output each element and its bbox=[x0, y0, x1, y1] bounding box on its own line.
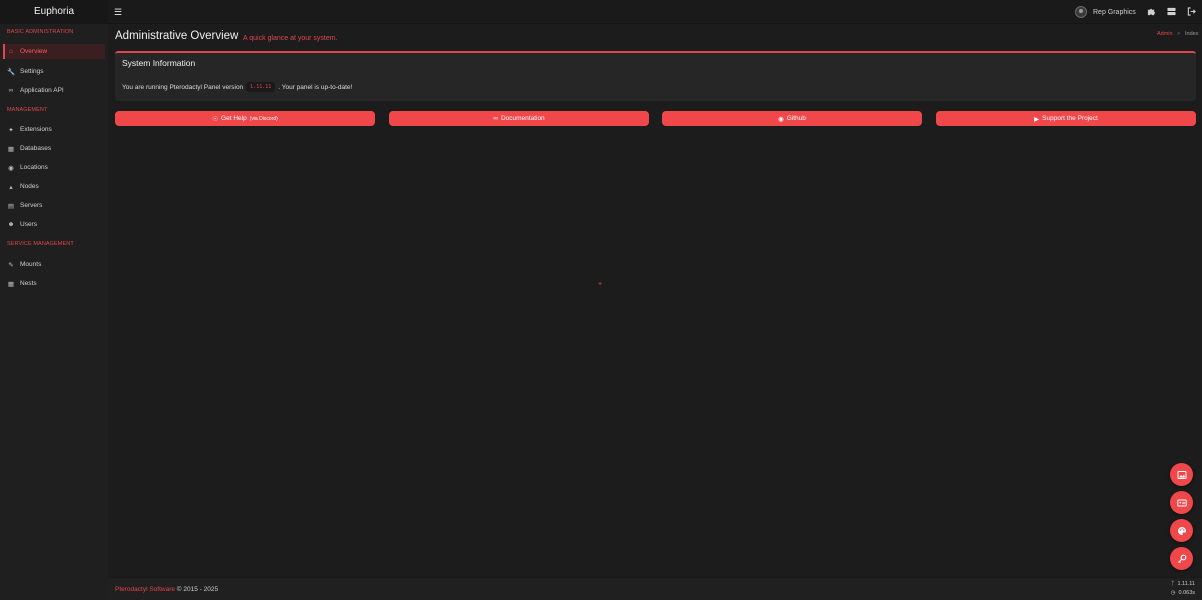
footer: Pterodactyl Software © 2015 - 2025 ᛉ 1.1… bbox=[108, 577, 1202, 600]
version-status-text: You are running Pterodactyl Panel versio… bbox=[122, 82, 352, 92]
version-text-before: You are running Pterodactyl Panel versio… bbox=[122, 83, 244, 91]
breadcrumb-current: Index bbox=[1185, 31, 1199, 37]
footer-version-value: 1.11.11 bbox=[1177, 581, 1195, 587]
puzzle-icon[interactable] bbox=[1146, 7, 1156, 17]
link-icon: ∞ bbox=[8, 87, 14, 94]
user-name: Rep Graphics bbox=[1093, 8, 1136, 16]
server-icon[interactable] bbox=[1166, 7, 1176, 17]
sidebar-item-label: Extensions bbox=[20, 126, 52, 133]
footer-link-pterodactyl[interactable]: Pterodactyl Software bbox=[115, 586, 175, 593]
sidebar-item-label: Nests bbox=[20, 280, 37, 287]
box-title: System Information bbox=[122, 58, 196, 68]
sitemap-icon: ▴ bbox=[9, 183, 13, 191]
user-menu[interactable]: Rep Graphics bbox=[1075, 5, 1136, 19]
sidebar-item-databases[interactable]: ▦ Databases bbox=[3, 141, 105, 156]
get-help-button[interactable]: ☉ Get Help (via Discord) bbox=[115, 111, 375, 126]
sidebar-item-settings[interactable]: 🔧 Settings bbox=[3, 64, 105, 79]
cursor-crosshair-icon: + bbox=[598, 281, 603, 288]
footer-copyright: Pterodactyl Software © 2015 - 2025 bbox=[115, 586, 218, 593]
top-navbar: Euphoria ☰ Rep Graphics bbox=[0, 0, 1202, 24]
system-information-box: System Information You are running Ptero… bbox=[115, 51, 1196, 101]
sidebar-section-basic: BASIC ADMINISTRATION bbox=[7, 29, 74, 35]
sidebar: BASIC ADMINISTRATION ⌂ Overview 🔧 Settin… bbox=[0, 24, 108, 600]
github-button[interactable]: ◉ Github bbox=[662, 111, 922, 126]
grid-icon: ▦ bbox=[7, 280, 15, 288]
sidebar-item-extensions[interactable]: ✦ Extensions bbox=[3, 122, 105, 137]
home-icon: ⌂ bbox=[9, 48, 13, 55]
button-label: Documentation bbox=[500, 115, 545, 122]
button-label: Github bbox=[786, 115, 806, 122]
breadcrumb-separator: > bbox=[1177, 31, 1181, 37]
version-text-after: . Your panel is up-to-date! bbox=[278, 83, 353, 91]
sidebar-item-label: Users bbox=[20, 221, 37, 228]
sidebar-item-application-api[interactable]: ∞ Application API bbox=[3, 83, 105, 98]
image-icon[interactable] bbox=[1170, 463, 1193, 486]
sidebar-item-mounts[interactable]: ✎ Mounts bbox=[3, 257, 105, 272]
documentation-button[interactable]: ∞ Documentation bbox=[389, 111, 649, 126]
wrench-icon: 🔧 bbox=[7, 68, 16, 76]
breadcrumb-admin[interactable]: Admin bbox=[1157, 31, 1173, 37]
footer-version: ᛉ 1.11.11 bbox=[1171, 581, 1195, 587]
logout-icon[interactable] bbox=[1186, 7, 1196, 17]
globe-icon: ◉ bbox=[8, 164, 14, 172]
sidebar-section-management: MANAGEMENT bbox=[7, 107, 48, 113]
button-label: Get Help bbox=[221, 115, 247, 122]
button-label: Support the Project bbox=[1042, 115, 1098, 122]
sidebar-section-service: SERVICE MANAGEMENT bbox=[7, 241, 74, 247]
sidebar-item-label: Overview bbox=[20, 48, 48, 55]
sidebar-item-nodes[interactable]: ▴ Nodes bbox=[3, 179, 105, 194]
sidebar-item-overview[interactable]: ⌂ Overview bbox=[3, 44, 105, 59]
sidebar-item-label: Application API bbox=[20, 87, 64, 94]
puzzle-icon: ✦ bbox=[8, 126, 14, 134]
button-sublabel: (via Discord) bbox=[249, 115, 278, 122]
github-icon: ◉ bbox=[778, 115, 784, 123]
footer-copyright-years: © 2015 - 2025 bbox=[176, 586, 219, 593]
users-icon: ☻ bbox=[7, 221, 15, 228]
footer-render-time: ◷ 0.063s bbox=[1171, 590, 1195, 596]
sidebar-item-label: Locations bbox=[20, 164, 48, 171]
server-icon: ▤ bbox=[7, 202, 15, 210]
youtube-icon: ▶ bbox=[1034, 115, 1040, 123]
page-subtitle: A quick glance at your system. bbox=[243, 35, 338, 42]
sidebar-item-users[interactable]: ☻ Users bbox=[3, 217, 105, 232]
menu-icon[interactable]: ☰ bbox=[113, 6, 123, 18]
sidebar-item-label: Nodes bbox=[20, 183, 39, 190]
sidebar-item-servers[interactable]: ▤ Servers bbox=[3, 198, 105, 213]
pencil-icon: ✎ bbox=[8, 261, 14, 269]
sidebar-item-locations[interactable]: ◉ Locations bbox=[3, 160, 105, 175]
avatar bbox=[1075, 6, 1087, 18]
key-icon[interactable] bbox=[1170, 547, 1193, 570]
page-title: Administrative Overview bbox=[115, 30, 239, 42]
clock-icon: ◷ bbox=[1170, 590, 1176, 596]
id-card-icon[interactable] bbox=[1170, 491, 1193, 514]
version-code: 1.11.11 bbox=[246, 82, 276, 92]
footer-time-value: 0.063s bbox=[1178, 590, 1195, 596]
code-branch-icon: ᛉ bbox=[1171, 581, 1175, 587]
sidebar-item-label: Settings bbox=[20, 68, 44, 75]
database-icon: ▦ bbox=[7, 145, 15, 153]
sidebar-item-nests[interactable]: ▦ Nests bbox=[3, 276, 105, 291]
palette-icon[interactable] bbox=[1170, 519, 1193, 542]
brand-logo[interactable]: Euphoria bbox=[0, 0, 108, 24]
link-icon: ∞ bbox=[493, 115, 498, 122]
sidebar-item-label: Mounts bbox=[20, 261, 42, 268]
sidebar-item-label: Databases bbox=[20, 145, 52, 152]
support-project-button[interactable]: ▶ Support the Project bbox=[936, 111, 1196, 126]
life-ring-icon: ☉ bbox=[212, 115, 219, 123]
sidebar-item-label: Servers bbox=[20, 202, 43, 209]
